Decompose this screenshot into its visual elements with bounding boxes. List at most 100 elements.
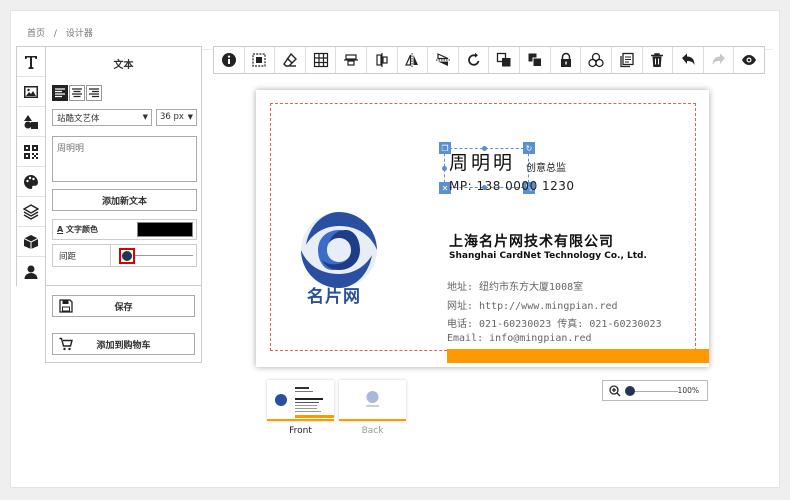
front-thumbnail[interactable] [267,380,334,421]
action-panel: 保存 添加到购物车 [45,285,202,363]
rotate-button[interactable] [459,47,490,73]
grid-icon [313,52,328,68]
save-label: 保存 [114,302,133,313]
sidebar-qrcode-tab[interactable] [17,137,45,167]
font-family-select[interactable]: 站酷文艺体 ▼ [52,109,152,126]
add-to-cart-label: 添加到购物车 [96,340,151,351]
align-center-button[interactable] [69,85,85,101]
zoom-slider-track[interactable] [630,391,678,392]
text-color-row: A 文字颜色 [52,219,197,240]
card-address[interactable]: 地址: 纽约市东方大厦1008室 [447,278,583,293]
info-button[interactable] [214,47,245,73]
letter-spacing-slider-handle[interactable] [119,248,135,264]
card-company-en[interactable]: Shanghai CardNet Technology Co., Ltd. [449,251,647,261]
cart-icon [59,337,73,351]
align-left-icon [55,88,65,98]
rotate-handle-icon[interactable]: ↻ [523,142,535,154]
canvas-toolbar [213,46,765,74]
text-color-label: A 文字颜色 [53,224,137,235]
save-icon [59,299,73,313]
back-label[interactable]: Back [339,426,406,436]
grid-button[interactable] [306,47,337,73]
breadcrumb-separator: / [53,29,57,39]
copy-button[interactable] [612,47,643,73]
select-all-button[interactable] [245,47,276,73]
user-icon [24,265,38,279]
align-vertical-center-button[interactable] [336,47,368,73]
align-vertical-center-icon [344,54,359,66]
resize-dot-left[interactable] [442,166,447,171]
front-label[interactable]: Front [267,426,334,436]
copy-icon [620,52,634,68]
breadcrumb-current: 设计器 [65,29,93,39]
redo-button[interactable] [704,47,735,73]
align-right-button[interactable] [86,85,102,101]
align-right-icon [89,88,99,98]
bring-forward-icon [497,52,511,67]
eraser-icon [283,52,298,67]
card-website[interactable]: 网址: http://www.mingpian.red [447,297,618,312]
zoom-slider-handle[interactable] [625,386,635,396]
undo-button[interactable] [673,47,704,73]
sidebar-palette-tab[interactable] [17,167,45,197]
text-panel: 文本 站酷文艺体 ▼ 36 px ▼ 周明明 添加新文本 A 文字颜色 间距 [45,46,202,286]
sidebar-layers-tab[interactable] [17,197,45,227]
group-icon [588,52,604,68]
text-color-swatch[interactable] [137,222,193,237]
eraser-button[interactable] [275,47,306,73]
send-backward-button[interactable] [520,47,551,73]
sidebar-image-tab[interactable] [17,77,45,107]
lock-button[interactable] [551,47,582,73]
add-to-cart-button[interactable]: 添加到购物车 [52,333,195,355]
text-align-group [52,85,102,101]
letter-spacing-row: 间距 [52,244,197,267]
sidebar-shapes-tab[interactable] [17,107,45,137]
card-name-text[interactable]: 周明明 [449,148,515,175]
undo-icon [681,53,695,65]
add-text-button[interactable]: 添加新文本 [52,189,197,211]
chevron-down-icon: ▼ [187,113,193,121]
select-all-icon [252,53,267,67]
preview-button[interactable] [734,47,764,73]
front-preview [275,387,334,418]
letter-spacing-label: 间距 [53,245,111,266]
card-mobile[interactable]: MP: 138 0000 1230 [449,179,575,193]
back-thumbnail[interactable] [339,380,406,421]
trash-icon [651,53,664,67]
breadcrumb-home[interactable]: 首页 [27,29,45,39]
align-horizontal-center-button[interactable] [367,47,398,73]
lock-icon [560,52,571,67]
text-icon [24,55,37,69]
flip-vertical-button[interactable] [428,47,459,73]
rotate-icon [467,52,480,66]
font-size-select[interactable]: 36 px ▼ [156,109,197,126]
align-left-button[interactable] [52,85,68,101]
shapes-icon [24,114,38,129]
sidebar-user-tab[interactable] [17,257,45,287]
card-company-cn[interactable]: 上海名片网技术有限公司 [449,231,614,251]
text-color-icon: A [57,225,64,234]
sidebar-box-tab[interactable] [17,227,45,257]
save-button[interactable]: 保存 [52,295,195,317]
card-phone[interactable]: 电话: 021-60230023 传真: 021-60230023 [447,315,662,330]
text-content-input[interactable]: 周明明 [52,136,197,182]
group-button[interactable] [581,47,612,73]
info-icon [221,53,236,67]
card-job-title[interactable]: 创意总监 [526,159,566,174]
panel-title: 文本 [113,60,134,71]
zoom-in-icon[interactable] [609,385,621,397]
flip-horizontal-button[interactable] [398,47,429,73]
align-horizontal-center-icon [376,53,388,67]
text-color-label-text: 文字颜色 [66,225,98,234]
redo-icon [712,53,725,65]
bring-forward-button[interactable] [489,47,521,73]
card-email[interactable]: Email: info@mingpian.red [447,333,592,344]
sidebar-text-tab[interactable] [17,47,45,77]
flip-vertical-icon [436,53,451,66]
layers-icon [23,203,39,220]
card-accent-bar [447,349,709,363]
chevron-down-icon: ▼ [142,113,148,121]
box-icon [23,234,39,249]
business-card-canvas[interactable]: 名片网 ❐ ↻ ✕ ⤡ 周明明 创意总监 MP: 138 0000 1230 上… [256,90,709,367]
delete-button[interactable] [643,47,674,73]
